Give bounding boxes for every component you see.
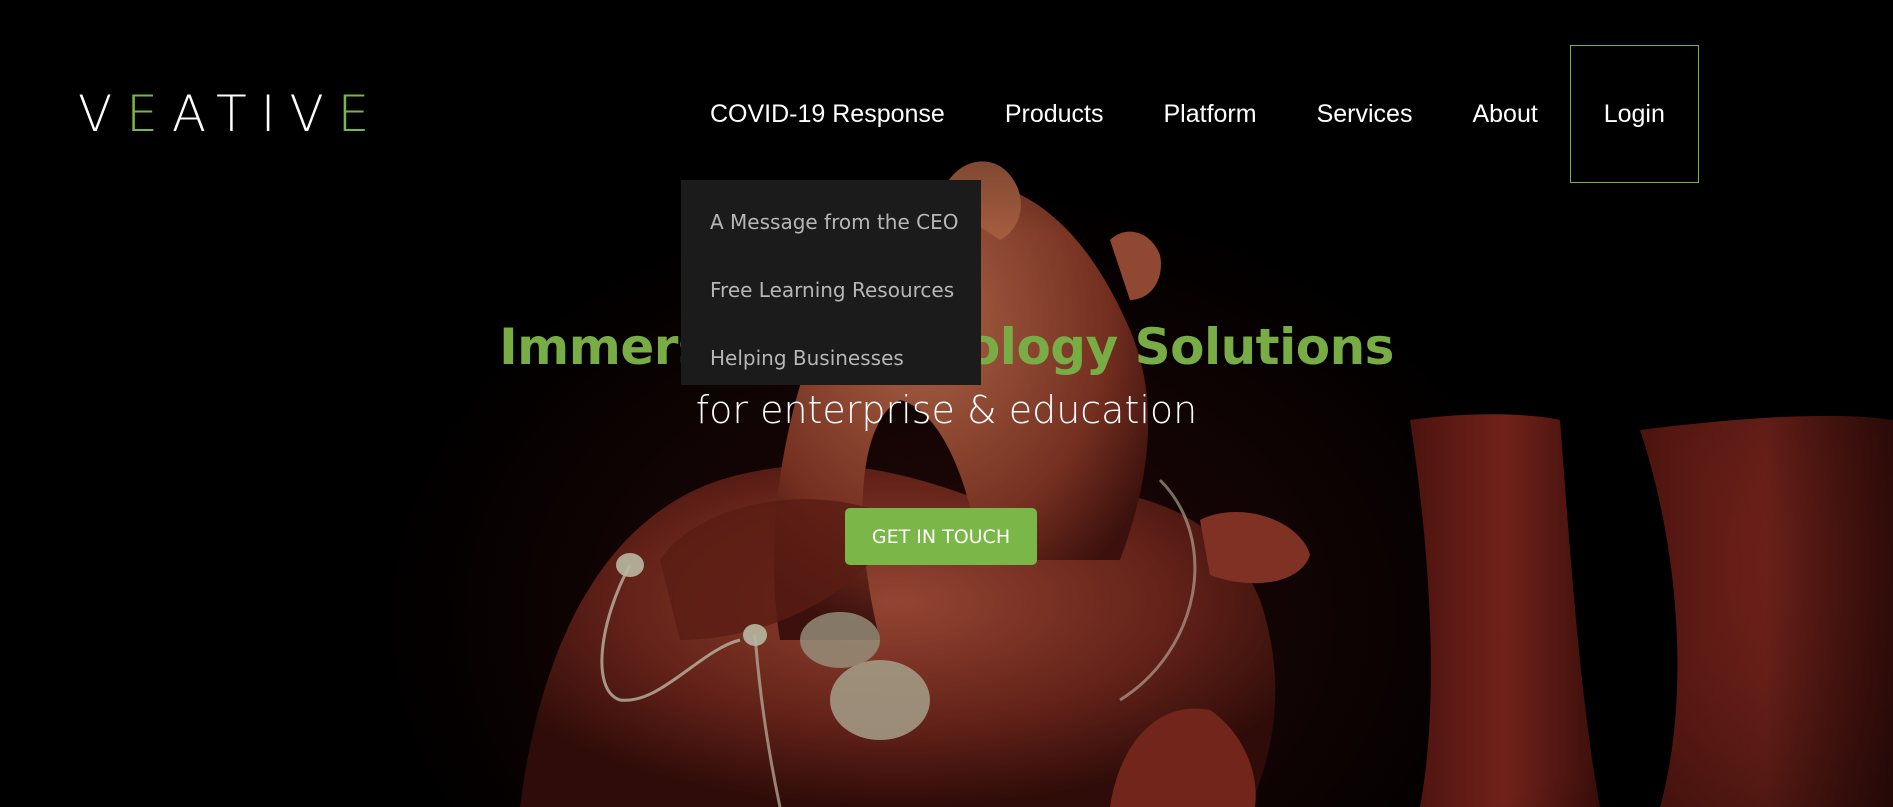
logo-wordmark: VEATIVE bbox=[78, 85, 384, 143]
nav-item-products[interactable]: Products bbox=[975, 45, 1134, 183]
covid-response-dropdown: A Message from the CEO Free Learning Res… bbox=[681, 180, 981, 385]
login-button[interactable]: Login bbox=[1569, 45, 1699, 183]
nav-item-about[interactable]: About bbox=[1442, 45, 1567, 183]
dropdown-item-free-learning-resources[interactable]: Free Learning Resources bbox=[681, 256, 981, 324]
veative-logo[interactable]: VEATIVE bbox=[78, 85, 384, 143]
main-nav: COVID-19 Response Products Platform Serv… bbox=[690, 45, 1699, 183]
nav-item-services[interactable]: Services bbox=[1287, 45, 1443, 183]
nav-item-platform[interactable]: Platform bbox=[1134, 45, 1287, 183]
dropdown-item-ceo-message[interactable]: A Message from the CEO bbox=[681, 188, 981, 256]
get-in-touch-button[interactable]: GET IN TOUCH bbox=[845, 508, 1037, 565]
dropdown-item-helping-businesses[interactable]: Helping Businesses bbox=[681, 324, 981, 392]
hero-subheadline: for enterprise & education bbox=[695, 388, 1198, 432]
nav-item-covid-response[interactable]: COVID-19 Response bbox=[690, 45, 975, 183]
